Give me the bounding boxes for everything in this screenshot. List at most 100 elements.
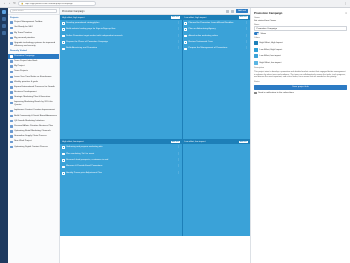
filter-icon[interactable] <box>226 9 230 13</box>
browser-toolbar: ‹ › ↻ 🔒 https://app.planner.com/#/board/… <box>0 0 350 8</box>
task-title: Attend online marketing online <box>188 34 218 37</box>
task-checkbox[interactable] <box>184 47 187 51</box>
more-icon[interactable]: ⋮ <box>178 146 180 148</box>
sidebar-recent-item[interactable]: Optimizing Digital Content Process <box>8 144 59 149</box>
color-option[interactable]: Low Effort, High Impact <box>254 47 347 52</box>
close-icon[interactable]: × <box>345 11 347 15</box>
project-icon <box>10 135 13 138</box>
project-icon <box>10 80 13 84</box>
more-icon[interactable]: ⋮ <box>178 22 180 24</box>
task-checkbox[interactable] <box>62 146 65 149</box>
quadrant-low-effort-low-impact: Low effort, low impact Add item <box>182 139 250 236</box>
task-checkbox[interactable] <box>62 34 65 38</box>
task-card[interactable]: Identify Promo price Adjustment Plan ⋮ <box>60 170 182 176</box>
project-icon <box>10 75 13 79</box>
board-title: Promotion Campaign <box>62 9 85 13</box>
more-icon[interactable]: ⋮ <box>178 172 180 174</box>
more-icon[interactable]: ⋮ <box>246 28 248 30</box>
sidebar-item-label: My Project <box>14 65 25 68</box>
forward-icon[interactable]: › <box>8 2 11 5</box>
name-label: Name <box>254 23 260 26</box>
show-toggle[interactable] <box>254 32 259 35</box>
back-icon[interactable]: ‹ <box>3 2 6 5</box>
calendar-icon[interactable] <box>2 24 6 28</box>
color-option[interactable]: High Effort, High Impact <box>254 41 347 46</box>
more-icon[interactable]: ⋮ <box>178 28 180 30</box>
color-swatch[interactable] <box>254 47 258 52</box>
more-icon[interactable]: ⋮ <box>178 41 180 43</box>
more-icon[interactable]: ⋮ <box>246 47 248 49</box>
sidebar-item-label: Build Community & Social Brand Awareness <box>14 114 57 117</box>
description-label: Description <box>254 66 265 69</box>
task-checkbox[interactable] <box>184 34 187 38</box>
project-icon <box>10 140 13 144</box>
sidebar-item-label: Project Management Toolbox <box>14 21 43 24</box>
project-icon <box>10 130 13 133</box>
task-checkbox[interactable] <box>184 41 187 44</box>
task-checkbox[interactable] <box>62 28 65 31</box>
task-title: Define Promotion target market with inde… <box>66 34 123 37</box>
task-card[interactable]: Prepare the Management of Promotions ⋮ <box>182 46 250 52</box>
task-title: Prepare the Management of Promotions <box>188 47 228 50</box>
reload-icon[interactable]: ↻ <box>13 2 16 5</box>
add-item-button[interactable]: Add item <box>238 140 248 144</box>
share-icon[interactable] <box>231 9 235 13</box>
save-project-button[interactable]: Save project Info <box>254 85 347 90</box>
task-title: Develop promotional strategy/plan <box>66 21 100 24</box>
task-checkbox[interactable] <box>62 41 65 44</box>
sidebar-item-label: Improving Marketing Reach by 20% this Qu… <box>14 101 53 107</box>
task-checkbox[interactable] <box>62 21 65 25</box>
task-checkbox[interactable] <box>62 159 65 162</box>
task-checkbox[interactable] <box>184 28 187 31</box>
more-icon[interactable]: ⋮ <box>178 47 180 49</box>
add-task-button[interactable]: Add task <box>236 9 248 13</box>
color-label: High Effort, High Impact <box>259 42 283 45</box>
sidebar-recent-item[interactable]: Improving Marketing Reach by 20% this Qu… <box>8 100 59 108</box>
colors-label: Colors <box>254 36 260 39</box>
add-item-button[interactable]: Add item <box>170 16 180 19</box>
sidebar-item-label: Business Development <box>14 91 37 94</box>
menu-icon[interactable]: ⋮ <box>344 2 347 5</box>
quadrant-high-effort-low-impact: High effort, low impact Add item Gathering… <box>60 139 182 236</box>
color-label: Low Effort, High Impact <box>259 48 283 51</box>
project-icon <box>10 65 13 68</box>
project-icon <box>10 101 13 105</box>
quadrant-title: High effort, low impact <box>62 140 84 143</box>
home-icon[interactable] <box>2 10 6 14</box>
settings-icon[interactable] <box>2 31 6 35</box>
address-bar[interactable]: 🔒 https://app.planner.com/#/board/projec… <box>18 1 96 6</box>
quick-search-input[interactable]: Quick search <box>10 9 57 13</box>
notify-checkbox[interactable] <box>254 91 257 95</box>
more-icon[interactable]: ⋮ <box>178 153 180 155</box>
add-item-button[interactable]: Add item <box>170 140 180 144</box>
color-swatch[interactable] <box>254 41 258 46</box>
more-icon[interactable]: ⋮ <box>178 35 180 37</box>
color-swatch[interactable] <box>254 54 258 59</box>
more-icon[interactable]: ⋮ <box>246 35 248 37</box>
color-option[interactable]: High Effort, low impact <box>254 60 347 65</box>
more-icon[interactable]: ⋮ <box>178 159 180 161</box>
task-checkbox[interactable] <box>62 152 65 156</box>
owner-value[interactable]: Set status/clear Owner <box>254 20 347 22</box>
task-checkbox[interactable] <box>184 21 187 25</box>
project-icon <box>10 60 13 63</box>
more-icon[interactable]: ⋮ <box>178 165 180 167</box>
project-icon <box>10 55 13 58</box>
task-checkbox[interactable] <box>62 47 65 51</box>
description-text[interactable]: This project aims to develop a promotion… <box>254 71 347 79</box>
projects-icon[interactable] <box>2 17 6 21</box>
sidebar-item-label: My Team Priorities <box>14 31 33 34</box>
panel-title: Promotion Campaign <box>254 10 283 15</box>
task-checkbox[interactable] <box>62 171 65 175</box>
more-icon[interactable]: ⋮ <box>246 41 248 43</box>
task-title: Measure & Provide Email Promotions <box>66 165 103 168</box>
task-checkbox[interactable] <box>62 165 65 169</box>
task-card[interactable]: Build Advertising and Promotion ⋮ <box>60 46 182 52</box>
more-icon[interactable]: ⋮ <box>246 22 248 24</box>
add-item-button[interactable]: Add item <box>238 16 248 19</box>
sidebar-project-item[interactable]: Upgrade technology systems for improved … <box>8 41 59 49</box>
task-title: Research lead prospects, customers in an… <box>66 158 109 161</box>
name-input[interactable]: Promotion Campaign <box>254 26 347 31</box>
color-swatch[interactable] <box>254 60 258 65</box>
color-option[interactable]: Low Effort, low impact <box>254 54 347 59</box>
